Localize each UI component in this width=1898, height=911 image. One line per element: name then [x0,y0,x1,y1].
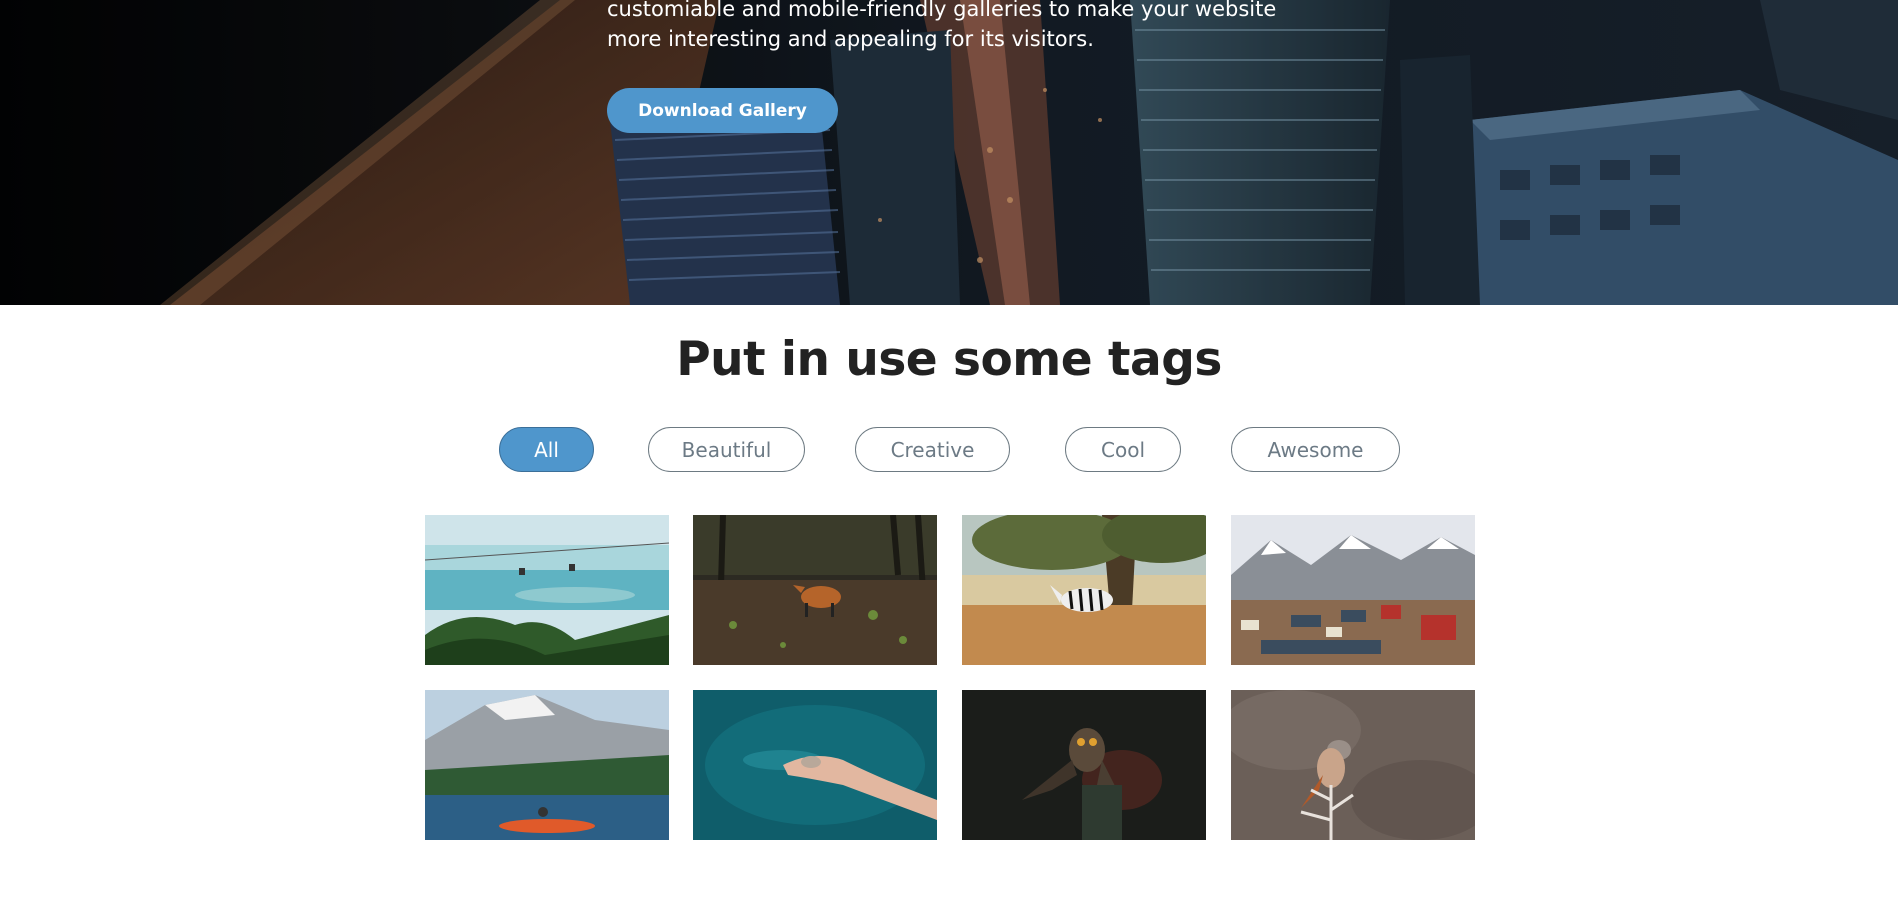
hero-description-line-1: customiable and mobile-friendly gallerie… [607,0,1277,21]
tag-all[interactable]: All [499,427,594,472]
lake-cable-car-image [425,515,669,665]
tag-awesome[interactable]: Awesome [1231,427,1400,472]
tag-filter-bar: All Beautiful Creative Cool Awesome [0,427,1898,474]
hand-in-water-image [693,690,937,840]
hero-banner: customiable and mobile-friendly gallerie… [0,0,1898,305]
tag-cool[interactable]: Cool [1065,427,1181,472]
hero-description: customiable and mobile-friendly gallerie… [607,0,1287,54]
zebra-savanna-image [962,515,1206,665]
fox-forest-image [693,515,937,665]
gallery-item-mountain-village[interactable] [1231,515,1475,665]
gallery-item-fox-forest[interactable] [693,515,937,665]
owl-on-glove-image [962,690,1206,840]
gallery-item-hand-in-water[interactable] [693,690,937,840]
bird-on-branch-image [1231,690,1475,840]
gallery-item-zebra-savanna[interactable] [962,515,1206,665]
gallery-item-owl-on-glove[interactable] [962,690,1206,840]
tag-creative[interactable]: Creative [855,427,1010,472]
gallery-item-lake-cable-car[interactable] [425,515,669,665]
kayak-mountain-lake-image [425,690,669,840]
download-gallery-button[interactable]: Download Gallery [607,88,838,133]
gallery-item-kayak-mountain-lake[interactable] [425,690,669,840]
hero-description-line-2: more interesting and appealing for its v… [607,27,1094,51]
section-title: Put in use some tags [676,332,1222,387]
tag-beautiful[interactable]: Beautiful [648,427,805,472]
gallery-item-bird-on-branch[interactable] [1231,690,1475,840]
mountain-village-image [1231,515,1475,665]
